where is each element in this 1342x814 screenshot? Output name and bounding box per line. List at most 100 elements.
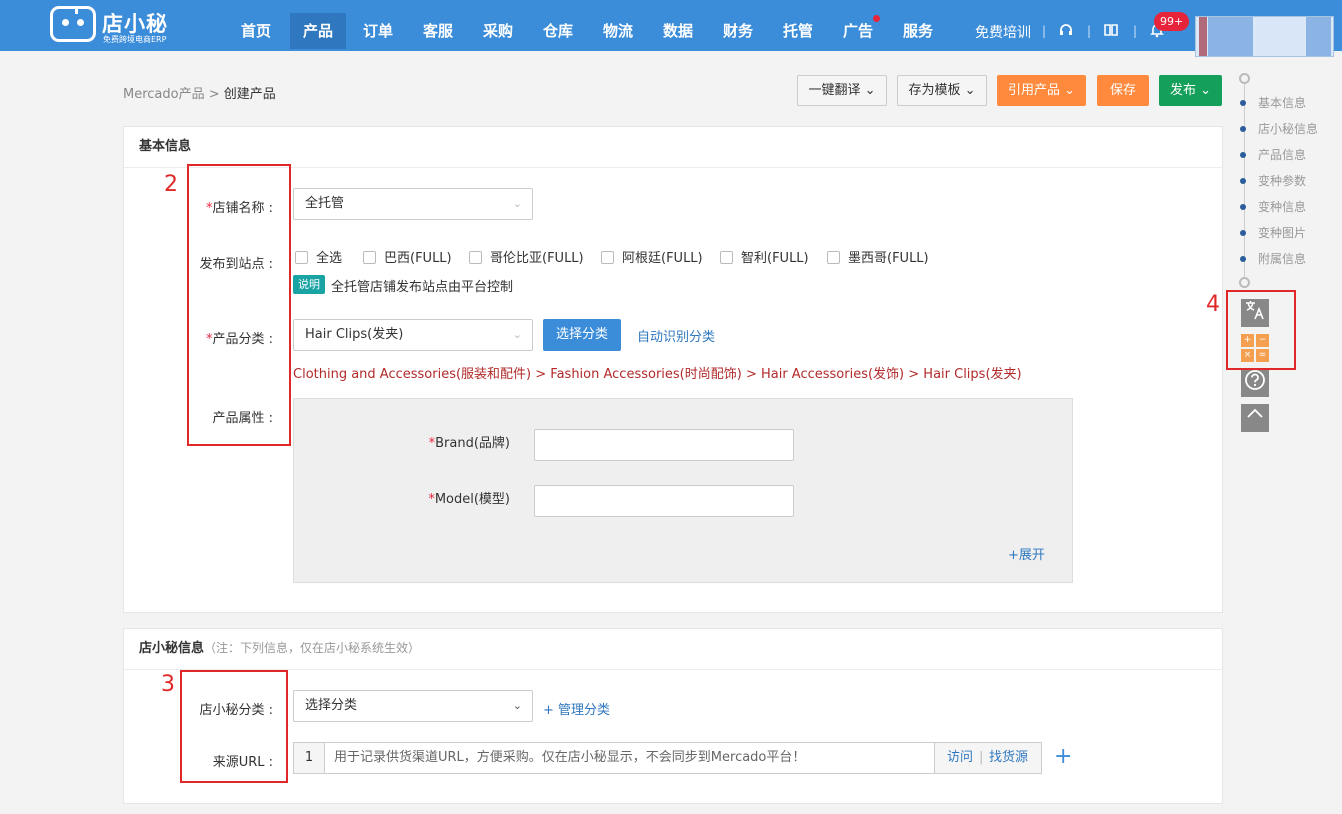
checkbox-icon bbox=[720, 251, 733, 264]
toc-dot bbox=[1240, 152, 1246, 158]
basic-info-title: 基本信息 bbox=[124, 127, 1222, 168]
note-tag: 说明 bbox=[293, 275, 325, 294]
toc-dot bbox=[1240, 256, 1246, 262]
toc-item-basic[interactable]: 基本信息 bbox=[1240, 94, 1306, 111]
toc-end-circle bbox=[1239, 277, 1250, 288]
category-path: Clothing and Accessories(服装和配件) > Fashio… bbox=[293, 367, 1022, 382]
brand-label: *Brand(品牌) bbox=[360, 432, 510, 451]
model-label: *Model(模型) bbox=[360, 488, 510, 507]
choose-category-button[interactable]: 选择分类 bbox=[543, 319, 621, 351]
separator: | bbox=[1087, 24, 1092, 38]
free-training-link[interactable]: 免费培训 bbox=[975, 22, 1031, 42]
separator: | bbox=[1042, 24, 1047, 38]
checkbox-icon bbox=[601, 251, 614, 264]
toc-item-variant-images[interactable]: 变种图片 bbox=[1240, 224, 1306, 241]
toc-item-extra[interactable]: 附属信息 bbox=[1240, 250, 1306, 267]
model-input[interactable] bbox=[534, 485, 794, 517]
brand-input[interactable] bbox=[534, 429, 794, 461]
nav-ads[interactable]: 广告 bbox=[830, 13, 886, 49]
toc-dot bbox=[1240, 126, 1246, 132]
source-url-field[interactable]: 1 用于记录供货渠道URL，方便采购。仅在店小秘显示，不会同步到Mercado平… bbox=[293, 742, 1042, 774]
toc-label: 基本信息 bbox=[1258, 96, 1307, 110]
annotation-number-3: 3 bbox=[161, 672, 175, 697]
checkbox-icon bbox=[363, 251, 376, 264]
breadcrumb-current: 创建产品 bbox=[223, 87, 276, 102]
nav-hosting[interactable]: 托管 bbox=[770, 13, 826, 49]
nav-purchase[interactable]: 采购 bbox=[470, 13, 526, 49]
toc-start-circle bbox=[1239, 73, 1250, 84]
chevron-up-icon[interactable] bbox=[1241, 404, 1269, 432]
nav-orders[interactable]: 订单 bbox=[350, 13, 406, 49]
site-checkbox-mexico[interactable]: 墨西哥(FULL) bbox=[827, 247, 929, 266]
toc-dot bbox=[1240, 178, 1246, 184]
checkbox-icon bbox=[469, 251, 482, 264]
toc-item-dxm[interactable]: 店小秘信息 bbox=[1240, 120, 1318, 137]
toc-label: 附属信息 bbox=[1258, 252, 1307, 266]
shop-select[interactable]: 全托管 ⌄ bbox=[293, 188, 533, 220]
annotation-box-3 bbox=[180, 670, 288, 783]
nav-ads-dot bbox=[873, 15, 880, 22]
chevron-down-icon: ⌄ bbox=[512, 197, 522, 210]
nav-logistics[interactable]: 物流 bbox=[590, 13, 646, 49]
nav-finance[interactable]: 财务 bbox=[710, 13, 766, 49]
breadcrumb-parent[interactable]: Mercado产品 bbox=[123, 87, 205, 102]
toc-item-product[interactable]: 产品信息 bbox=[1240, 146, 1306, 163]
nav-products[interactable]: 产品 bbox=[290, 13, 346, 49]
checkbox-icon bbox=[295, 251, 308, 264]
shop-select-value: 全托管 bbox=[305, 196, 345, 211]
toc-label: 店小秘信息 bbox=[1258, 122, 1319, 136]
dxm-info-note: （注：下列信息，仅在店小秘系统生效） bbox=[204, 641, 421, 655]
toc-dot bbox=[1240, 204, 1246, 210]
toc-label: 变种信息 bbox=[1258, 200, 1307, 214]
cite-product-dropdown-button[interactable]: 引用产品 ⌄ bbox=[997, 75, 1086, 106]
separator: | bbox=[1133, 24, 1138, 38]
book-icon[interactable] bbox=[1102, 22, 1120, 40]
site-checkbox-label: 墨西哥(FULL) bbox=[848, 251, 929, 266]
toc-dot bbox=[1240, 230, 1246, 236]
save-button[interactable]: 保存 bbox=[1097, 75, 1149, 106]
dxm-info-title: 店小秘信息（注：下列信息，仅在店小秘系统生效） bbox=[124, 629, 1222, 670]
nav-data[interactable]: 数据 bbox=[650, 13, 706, 49]
visit-link[interactable]: 访问 bbox=[947, 743, 973, 773]
category-select[interactable]: Hair Clips(发夹) ⌄ bbox=[293, 319, 533, 351]
dxm-category-value: 选择分类 bbox=[305, 698, 358, 713]
user-avatar[interactable] bbox=[1195, 16, 1334, 57]
logo[interactable]: 店小秘 免费跨境电商ERP bbox=[48, 2, 208, 48]
save-template-dropdown-button[interactable]: 存为模板 ⌄ bbox=[897, 75, 987, 106]
nav-home[interactable]: 首页 bbox=[228, 13, 284, 49]
annotation-number-2: 2 bbox=[164, 172, 178, 197]
dxm-category-select[interactable]: 选择分类 ⌄ bbox=[293, 690, 533, 722]
breadcrumb-separator: > bbox=[208, 87, 220, 102]
model-label-text: Model(模型) bbox=[434, 492, 510, 507]
nav-service[interactable]: 客服 bbox=[410, 13, 466, 49]
category-select-value: Hair Clips(发夹) bbox=[305, 327, 404, 342]
annotation-number-4: 4 bbox=[1206, 292, 1220, 317]
expand-attributes-link[interactable]: +展开 bbox=[1008, 544, 1045, 563]
help-icon[interactable] bbox=[1241, 369, 1269, 397]
manage-category-link[interactable]: + 管理分类 bbox=[543, 699, 610, 718]
site-checkbox-label: 哥伦比亚(FULL) bbox=[490, 251, 584, 266]
annotation-box-4 bbox=[1226, 290, 1296, 370]
sites-note: 全托管店铺发布站点由平台控制 bbox=[331, 280, 514, 295]
dxm-info-title-text: 店小秘信息 bbox=[139, 641, 205, 656]
robot-logo-icon bbox=[50, 6, 96, 42]
nav-warehouse[interactable]: 仓库 bbox=[530, 13, 586, 49]
nav-services[interactable]: 服务 bbox=[890, 13, 946, 49]
site-checkbox-all[interactable]: 全选 bbox=[295, 247, 343, 266]
find-source-link[interactable]: 找货源 bbox=[989, 743, 1028, 773]
nav-ads-label: 广告 bbox=[842, 22, 873, 40]
add-url-button[interactable]: + bbox=[1054, 744, 1072, 769]
translate-dropdown-button[interactable]: 一键翻译 ⌄ bbox=[797, 75, 887, 106]
site-checkbox-argentina[interactable]: 阿根廷(FULL) bbox=[601, 247, 703, 266]
toc-item-variant-info[interactable]: 变种信息 bbox=[1240, 198, 1306, 215]
site-checkbox-label: 全选 bbox=[316, 251, 343, 266]
site-checkbox-colombia[interactable]: 哥伦比亚(FULL) bbox=[469, 247, 584, 266]
auto-category-link[interactable]: 自动识别分类 bbox=[637, 326, 715, 345]
site-checkbox-chile[interactable]: 智利(FULL) bbox=[720, 247, 809, 266]
url-actions: 访问 | 找货源 bbox=[934, 743, 1041, 773]
toc-label: 变种图片 bbox=[1258, 226, 1307, 240]
toc-item-variant-params[interactable]: 变种参数 bbox=[1240, 172, 1306, 189]
publish-dropdown-button[interactable]: 发布 ⌄ bbox=[1159, 75, 1222, 106]
headset-icon[interactable] bbox=[1057, 22, 1075, 40]
site-checkbox-brazil[interactable]: 巴西(FULL) bbox=[363, 247, 452, 266]
